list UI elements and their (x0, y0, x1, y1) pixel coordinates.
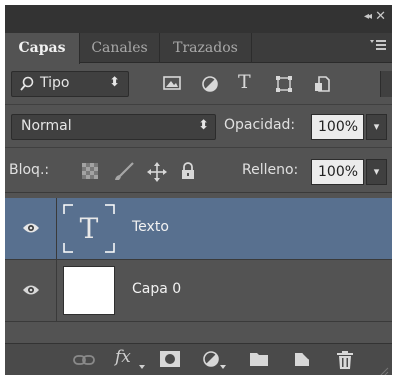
opacity-dropdown-button[interactable]: ▾ (366, 114, 387, 140)
shape-filter-icon[interactable] (275, 75, 295, 93)
panel-tabs: Capas Canales Trazados (5, 33, 392, 64)
image-filter-icon[interactable] (163, 75, 183, 93)
close-panel-icon[interactable]: ✕ (375, 9, 386, 24)
filter-toggle-switch[interactable] (380, 71, 392, 97)
smart-object-filter-icon[interactable] (313, 75, 333, 93)
lock-position-icon[interactable] (147, 162, 167, 182)
pixel-layer-thumbnail (63, 266, 115, 315)
text-layer-thumbnail: T (63, 204, 115, 253)
chevron-updown-icon: ⬍ (198, 118, 209, 133)
panel-menu-icon[interactable] (370, 39, 386, 55)
layers-footer-toolbar: fx (5, 343, 392, 375)
resize-grip-icon[interactable] (379, 362, 389, 375)
layer-name[interactable]: Texto (132, 219, 169, 235)
collapse-panel-icon[interactable]: ◂◂ (364, 11, 372, 22)
panel-title-bar: ◂◂ ✕ (5, 5, 392, 33)
tab-capas[interactable]: Capas (5, 33, 80, 64)
blend-mode-select[interactable]: Normal ⬍ (11, 114, 216, 140)
fill-label: Relleno: (242, 162, 299, 178)
layers-panel: ◂◂ ✕ Capas Canales Trazados Tipo ⬍ T Nor… (5, 5, 392, 375)
tab-canales[interactable]: Canales (80, 33, 160, 63)
lock-image-pixels-icon[interactable] (113, 162, 134, 182)
filter-type-label: Tipo (40, 75, 70, 91)
filter-row: Tipo ⬍ T (5, 64, 392, 105)
new-group-icon[interactable] (249, 350, 271, 370)
filter-type-select[interactable]: Tipo ⬍ (11, 71, 129, 97)
fill-input[interactable]: 100% (311, 159, 364, 185)
layer-row-capa-0[interactable]: Capa 0 (5, 260, 392, 322)
new-layer-icon[interactable] (293, 350, 315, 370)
blend-mode-value: Normal (21, 118, 72, 134)
layers-empty-area (5, 322, 392, 343)
search-icon (20, 76, 34, 96)
layer-name[interactable]: Capa 0 (132, 281, 181, 297)
lock-label: Bloq.: (9, 162, 50, 178)
link-layers-icon[interactable] (73, 352, 95, 372)
opacity-input[interactable]: 100% (311, 114, 364, 140)
blend-row: Normal ⬍ Opacidad: 100% ▾ (5, 106, 392, 148)
visibility-cell (5, 198, 57, 260)
layers-list: T Texto Capa 0 (5, 198, 392, 322)
layer-row-texto[interactable]: T Texto (5, 198, 392, 260)
tab-trazados[interactable]: Trazados (160, 33, 252, 63)
lock-row: Bloq.: Relleno: 100% ▾ (5, 149, 392, 193)
visibility-cell (5, 260, 57, 322)
adjustment-filter-icon[interactable] (201, 75, 221, 93)
layer-style-fx-icon[interactable]: fx (115, 347, 145, 369)
fill-dropdown-button[interactable]: ▾ (366, 159, 387, 185)
text-layer-glyph: T (80, 212, 99, 245)
new-adjustment-layer-icon[interactable] (202, 350, 226, 370)
eye-icon[interactable] (22, 282, 40, 301)
chevron-updown-icon: ⬍ (109, 75, 120, 90)
opacity-label: Opacidad: (224, 117, 296, 133)
lock-all-icon[interactable] (180, 162, 200, 182)
delete-layer-icon[interactable] (335, 350, 357, 370)
fx-label: fx (115, 347, 131, 367)
type-filter-icon[interactable]: T (238, 71, 258, 93)
lock-transparent-pixels-icon[interactable] (81, 162, 101, 182)
add-mask-icon[interactable] (159, 350, 181, 370)
eye-icon[interactable] (22, 220, 40, 239)
